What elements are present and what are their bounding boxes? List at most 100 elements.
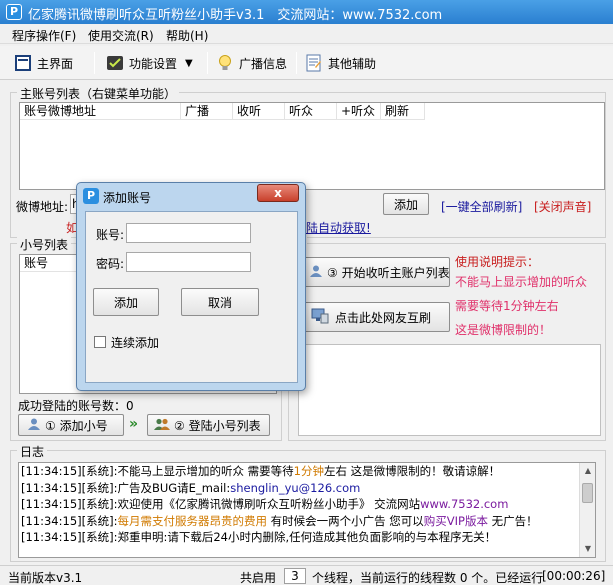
settings-icon [106, 54, 124, 72]
start-follow-label: ③ 开始收听主账户列表 [327, 265, 450, 280]
document-icon [305, 54, 323, 72]
add-account-dialog: P 添加账号 x 账号: 密码: 添加 取消 连续添加 [76, 182, 306, 391]
computer-icon [311, 308, 329, 327]
log-text: 购买VIP版本 [423, 513, 488, 528]
log-text: 1分钟 [293, 464, 324, 478]
user-icon [27, 417, 41, 434]
elapsed-time: [00:00:26] [542, 569, 606, 583]
col-following[interactable]: 收听 [233, 103, 285, 120]
dialog-title: 添加账号 [103, 191, 152, 205]
menu-program[interactable]: 程序操作(F) [12, 27, 76, 44]
arrow-icon: » [129, 416, 139, 432]
other-tools-button[interactable]: 其他辅助 [305, 51, 376, 75]
col-refresh[interactable]: 刷新 [381, 103, 425, 120]
main-ui-button[interactable]: 主界面 [14, 51, 73, 75]
col-account[interactable]: 账号 [20, 255, 80, 272]
toolbar-separator [296, 52, 297, 74]
toolbar-separator [207, 52, 208, 74]
log-line: [11:34:15][系统]:不能马上显示增加的听众 需要等待1分钟左右 这是微… [19, 463, 595, 480]
add-main-account-button[interactable]: 添加 [383, 193, 429, 215]
log-text: 每月需支付服务器昂贵的费用 [117, 513, 267, 528]
log-text: [11:34:15][系统]: [21, 513, 118, 528]
menu-exchange[interactable]: 使用交流(R) [88, 27, 154, 44]
log-text: shenglin_yu@126.com [230, 480, 361, 495]
lightbulb-icon [216, 54, 234, 72]
login-sub-accounts-button[interactable]: ② 登陆小号列表 [147, 414, 270, 436]
main-account-list-header: 账号微博地址 广播 收听 听众 +听众 刷新 [20, 103, 425, 120]
mutual-follow-label: 点击此处网友互刷 [335, 310, 432, 325]
log-area[interactable]: [11:34:15][系统]:不能马上显示增加的听众 需要等待1分钟左右 这是微… [18, 462, 596, 558]
threads-suffix: 个线程，当前运行的线程数 0 个。已经运行 [312, 571, 544, 585]
log-line: [11:34:15][系统]:郑重申明:请下载后24小时内删除,任何造成其他负面… [19, 529, 595, 546]
col-broadcast[interactable]: 广播 [181, 103, 233, 120]
log-line: [11:34:15][系统]:每月需支付服务器昂贵的费用 有时候会一两个小广告 … [19, 513, 595, 530]
add-sub-account-button[interactable]: ① 添加小号 [18, 414, 124, 436]
main-account-list[interactable]: 账号微博地址 广播 收听 听众 +听众 刷新 [19, 102, 605, 190]
dialog-account-label: 账号: [96, 228, 125, 242]
users-icon [154, 417, 170, 434]
dialog-account-input[interactable] [126, 223, 251, 243]
login-sub-accounts-label: ② 登陆小号列表 [174, 418, 261, 433]
scroll-up-icon[interactable]: ▲ [580, 463, 595, 479]
log-text: 左右 这是微博限制的！敬请谅解！ [323, 464, 501, 478]
version-label: 当前版本v3.1 [8, 571, 83, 585]
log-legend: 日志 [17, 443, 48, 460]
scroll-down-icon[interactable]: ▼ [580, 541, 595, 557]
menu-help[interactable]: 帮助(H) [166, 27, 208, 44]
window-title: 亿家腾讯微博刷听众互听粉丝小助手v3.1 交流网站：www.7532.com [28, 8, 443, 23]
refresh-all-link[interactable]: [一键全部刷新] [441, 198, 522, 215]
continuous-add-checkbox[interactable] [94, 336, 106, 348]
log-text: [11:34:15][系统]:不能马上显示增加的听众 需要等待 [21, 464, 294, 478]
scroll-thumb[interactable] [582, 483, 593, 503]
title-bar: P 亿家腾讯微博刷听众互听粉丝小助手v3.1 交流网站：www.7532.com [0, 0, 613, 24]
col-add-listeners[interactable]: +听众 [337, 103, 381, 120]
tip-line: 不能马上显示增加的听众 [455, 275, 588, 289]
col-weibo-url[interactable]: 账号微博地址 [20, 103, 181, 120]
menu-bar: 程序操作(F) 使用交流(R) 帮助(H) [0, 24, 613, 44]
success-count-label: 成功登陆的账号数：0 [18, 399, 134, 413]
tip-line: 这是微博限制的！ [455, 323, 552, 337]
app-icon: P [6, 4, 22, 20]
status-bar: 当前版本v3.1 共启用 3 个线程，当前运行的线程数 0 个。已经运行 [00… [0, 565, 613, 585]
dialog-body: 账号: 密码: 添加 取消 连续添加 [85, 211, 298, 383]
close-icon[interactable]: x [257, 184, 299, 202]
thread-count-input[interactable]: 3 [284, 568, 306, 584]
other-tools-label: 其他辅助 [328, 56, 377, 71]
main-account-legend: 主账号列表（右键菜单功能） [17, 85, 180, 102]
sub-account-list-header: 账号 [20, 255, 80, 272]
continuous-add-label: 连续添加 [111, 336, 160, 350]
threads-prefix: 共启用 [240, 571, 277, 585]
add-sub-account-label: ① 添加小号 [45, 418, 108, 433]
log-line: [11:34:15][系统]:广告及BUG请E_mail:shenglin_yu… [19, 480, 595, 497]
log-scrollbar[interactable]: ▲ ▼ [579, 463, 595, 557]
window-icon [14, 54, 32, 72]
log-text: www.7532.com [420, 497, 509, 511]
dialog-add-button[interactable]: 添加 [93, 288, 159, 316]
dialog-app-icon: P [83, 188, 99, 204]
start-follow-button[interactable]: ③ 开始收听主账户列表 [302, 257, 450, 287]
functions-output-area[interactable] [298, 344, 601, 436]
chevron-down-icon[interactable]: ▼ [185, 58, 193, 69]
weibo-address-label: 微博地址: [16, 200, 69, 214]
mute-link[interactable]: [关闭声音] [534, 198, 591, 215]
dialog-password-label: 密码: [96, 257, 125, 271]
broadcast-button[interactable]: 广播信息 [216, 51, 287, 75]
main-ui-label: 主界面 [37, 56, 74, 71]
sub-account-legend: 小号列表 [17, 236, 72, 253]
user-icon [309, 264, 323, 281]
mutual-follow-button[interactable]: 点击此处网友互刷 [302, 302, 450, 332]
log-lines: [11:34:15][系统]:不能马上显示增加的听众 需要等待1分钟左右 这是微… [19, 463, 595, 546]
auto-fetch-link[interactable]: 陆自动获取! [306, 219, 371, 236]
col-listeners[interactable]: 听众 [285, 103, 337, 120]
settings-button[interactable]: 功能设置 ▼ [106, 51, 193, 75]
log-text: 有时候会一两个小广告 您可以 [266, 513, 424, 528]
dialog-cancel-button[interactable]: 取消 [181, 288, 259, 316]
settings-label: 功能设置 [129, 56, 178, 71]
dialog-password-input[interactable] [126, 252, 251, 272]
app-window: P 亿家腾讯微博刷听众互听粉丝小助手v3.1 交流网站：www.7532.com… [0, 0, 613, 585]
log-text: [11:34:15][系统]:欢迎使用《亿家腾讯微博刷听众互听粉丝小助手》 交流… [21, 497, 421, 511]
toolbar-separator [94, 52, 95, 74]
tips-title: 使用说明提示： [455, 255, 540, 269]
log-text: 无广告！ [488, 513, 538, 528]
broadcast-label: 广播信息 [239, 56, 288, 71]
